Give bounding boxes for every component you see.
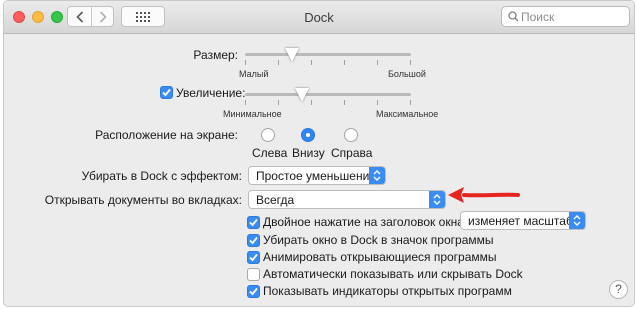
size-min-label: Малый (239, 69, 269, 79)
checkmark-icon (249, 218, 258, 227)
minimize-effect-label: Убирать в Dock с эффектом: (81, 169, 242, 183)
minimize-effect-popup[interactable]: Простое уменьшение (248, 166, 386, 185)
autohide-checkbox[interactable] (247, 268, 260, 281)
popup-stepper-icon (369, 167, 385, 184)
minimize-to-app-icon-checkbox[interactable] (247, 234, 260, 247)
magnification-slider-ticks (245, 100, 411, 105)
minimize-effect-value: Простое уменьшение (256, 169, 376, 183)
double-click-action-popup[interactable]: изменяет масштаб (460, 211, 586, 230)
position-bottom-label: Внизу (292, 146, 325, 160)
show-indicators-label: Показывать индикаторы открытых программ (263, 284, 512, 298)
checkmark-icon (249, 287, 258, 296)
search-input[interactable] (521, 9, 625, 24)
prefer-tabs-popup[interactable]: Всегда (248, 190, 446, 209)
magnification-checkbox[interactable] (160, 86, 173, 99)
autohide-label: Автоматически показывать или скрывать Do… (263, 267, 523, 281)
title-bar: Dock (4, 1, 634, 34)
position-left-radio[interactable] (261, 128, 275, 142)
search-icon (508, 11, 519, 22)
checkmark-icon (249, 253, 258, 262)
animate-opening-label: Анимировать открывающиеся программы (263, 250, 497, 264)
checkmark-icon (249, 236, 258, 245)
checkmark-icon (162, 88, 171, 97)
animate-opening-checkbox[interactable] (247, 251, 260, 264)
position-label: Расположение на экране: (95, 128, 238, 142)
size-slider-thumb[interactable] (285, 48, 299, 62)
magnification-slider-thumb[interactable] (295, 88, 309, 102)
popup-stepper-icon (569, 212, 585, 229)
annotation-arrow-icon (448, 187, 520, 203)
double-click-action-value: изменяет масштаб (468, 214, 573, 228)
double-click-label: Двойное нажатие на заголовок окна: (263, 215, 468, 229)
size-max-label: Большой (388, 69, 426, 79)
magnification-slider-track[interactable] (245, 93, 411, 96)
size-slider-track[interactable] (245, 53, 411, 56)
popup-stepper-icon (429, 191, 445, 208)
position-left-label: Слева (252, 146, 288, 160)
dock-settings: Размер: Малый Большой Увеличение: Минима… (4, 34, 634, 306)
prefer-tabs-label: Открывать документы во вкладках: (44, 193, 242, 207)
preferences-window: Dock Размер: Малый Большой Увеличение: М… (3, 0, 635, 307)
minimize-to-app-icon-label: Убирать окно в Dock в значок программы (263, 233, 494, 247)
position-right-label: Справа (331, 146, 373, 160)
size-slider-ticks (245, 60, 411, 65)
size-label: Размер: (193, 48, 238, 62)
show-indicators-checkbox[interactable] (247, 285, 260, 298)
magnification-min-label: Минимальное (223, 109, 282, 119)
prefer-tabs-value: Всегда (256, 193, 295, 207)
position-right-radio[interactable] (344, 128, 358, 142)
double-click-checkbox[interactable] (247, 216, 260, 229)
magnification-max-label: Максимальное (376, 109, 439, 119)
magnification-label: Увеличение: (176, 86, 246, 100)
help-button[interactable]: ? (609, 280, 628, 299)
position-bottom-radio[interactable] (301, 128, 315, 142)
search-field[interactable] (501, 6, 630, 27)
